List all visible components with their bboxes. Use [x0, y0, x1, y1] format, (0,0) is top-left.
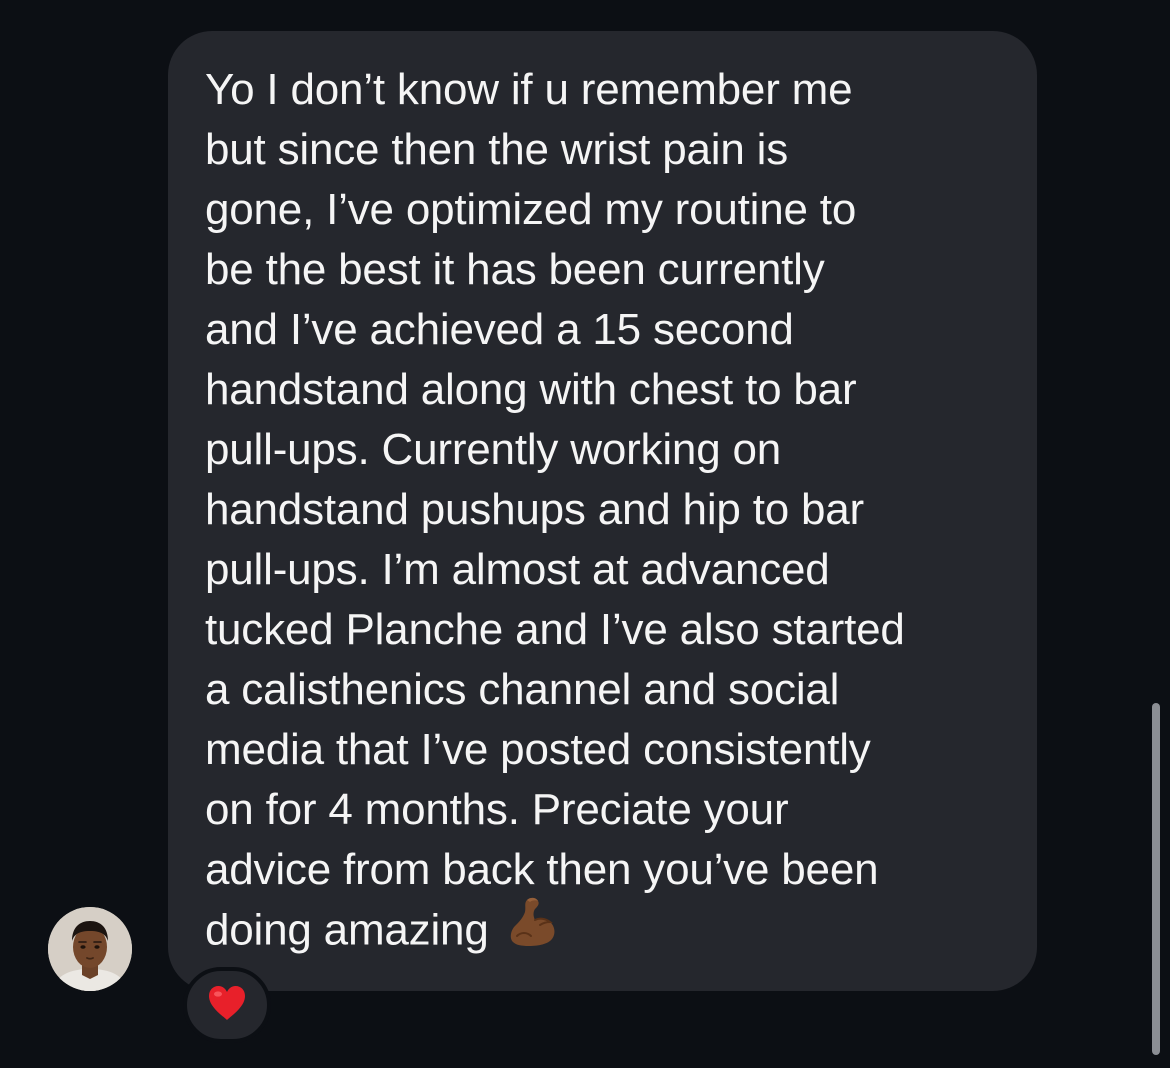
message-line: doing amazing [205, 905, 489, 955]
message-line: handstand pushups and hip to bar [205, 485, 865, 534]
message-line: gone, I’ve optimized my routine to [205, 185, 857, 234]
flexed-biceps-icon [503, 892, 561, 966]
scrollbar[interactable] [1152, 703, 1160, 1055]
avatar-portrait-icon [48, 907, 132, 991]
message-line: pull-ups. Currently working on [205, 425, 782, 474]
message-line: on for 4 months. Preciate your [205, 785, 789, 834]
message-line: but since then the wrist pain is [205, 125, 789, 174]
message-line: advice from back then you’ve been [205, 845, 879, 894]
message-line: and I’ve achieved a 15 second [205, 305, 794, 354]
message-line: a calisthenics channel and social [205, 665, 840, 714]
message-line: Yo I don’t know if u remember me [205, 65, 853, 114]
message-line: media that I’ve posted consistently [205, 725, 871, 774]
message-line: tucked Planche and I’ve also started [205, 605, 905, 654]
message-line-last: doing amazing [205, 897, 561, 966]
message-line: be the best it has been currently [205, 245, 825, 294]
message-line: handstand along with chest to bar [205, 365, 857, 414]
reaction-badge[interactable] [183, 967, 271, 1043]
avatar[interactable] [48, 907, 132, 991]
message-line: pull-ups. I’m almost at advanced [205, 545, 830, 594]
heart-icon [207, 985, 247, 1026]
